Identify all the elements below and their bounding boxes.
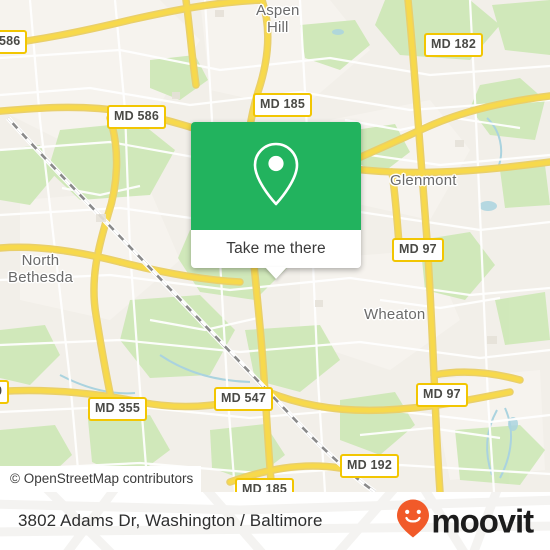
take-me-there-button[interactable]: Take me there	[191, 230, 361, 279]
highway-shield: MD 185	[253, 93, 312, 117]
info-card-header	[191, 122, 361, 230]
moovit-logo[interactable]: moovit	[396, 499, 534, 544]
highway-shield: MD 586	[107, 105, 166, 129]
highway-shield: MD 97	[392, 238, 444, 262]
highway-shield: MD 185	[235, 478, 294, 492]
highway-shield: MD 182	[424, 33, 483, 57]
card-pointer-tail	[265, 267, 287, 279]
osm-attribution[interactable]: © OpenStreetMap contributors	[0, 465, 202, 492]
highway-shield: MD 355	[88, 397, 147, 421]
highway-shield: 586	[0, 30, 28, 54]
moovit-smiley-pin-icon	[396, 499, 430, 544]
highway-shield: MD 547	[214, 387, 273, 411]
bottom-info-bar: 3802 Adams Dr, Washington / Baltimore mo…	[0, 492, 550, 550]
address-label: 3802 Adams Dr, Washington / Baltimore	[18, 511, 323, 530]
location-info-card[interactable]: Take me there	[191, 122, 361, 279]
map-pin-icon	[250, 141, 302, 212]
highway-shield: MD 192	[340, 454, 399, 478]
moovit-map-screen: Aspen Hill Glenmont North Bethesda Wheat…	[0, 0, 550, 550]
moovit-wordmark: moovit	[431, 502, 534, 540]
highway-shield: 0	[0, 380, 10, 404]
take-me-there-label: Take me there	[226, 240, 326, 257]
highway-shield: MD 97	[416, 383, 468, 407]
